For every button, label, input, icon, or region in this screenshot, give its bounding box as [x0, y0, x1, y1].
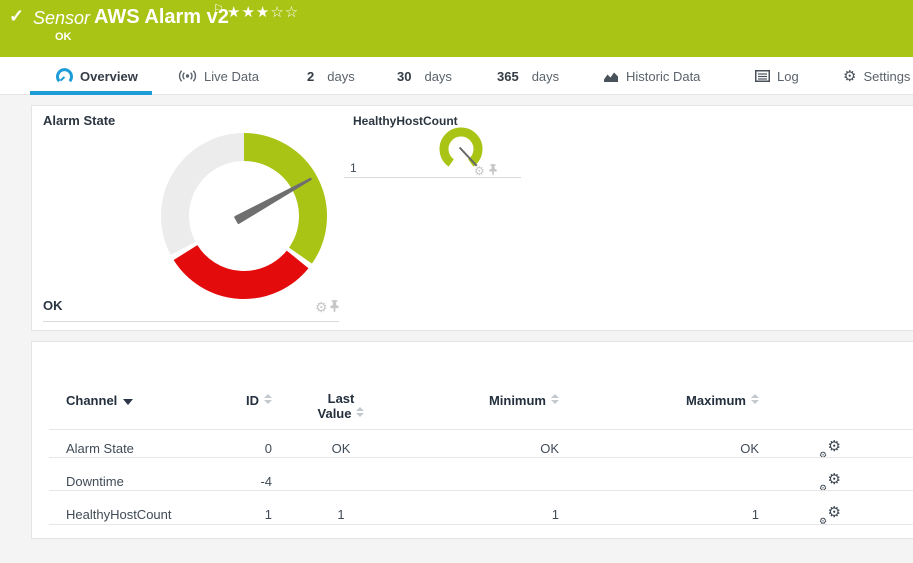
overview-gauges-card: Alarm State OK ⚙ HealthyHostCount 1 ⚙	[31, 105, 913, 331]
secondary-gauge-gear-icon[interactable]: ⚙	[474, 164, 485, 178]
settings-gear-icon: ⚙	[843, 69, 856, 84]
tab-30-days-unit: days	[424, 69, 451, 84]
tab-2-days[interactable]: 2 days	[307, 57, 355, 95]
tab-overview-label: Overview	[80, 69, 138, 84]
secondary-gauge-underline	[344, 177, 521, 178]
tab-historic-data-label: Historic Data	[626, 69, 700, 84]
tab-365-days-number: 365	[497, 69, 519, 84]
primary-gauge-status: OK	[43, 298, 63, 313]
column-header-minimum[interactable]: Minimum	[421, 393, 559, 408]
tab-2-days-unit: days	[327, 69, 354, 84]
cell-channel[interactable]: Alarm State	[66, 441, 134, 456]
primary-gauge-gear-icon[interactable]: ⚙	[315, 300, 328, 314]
cell-minimum: 1	[421, 507, 559, 522]
cell-last-value: OK	[271, 441, 411, 456]
stars-empty: ☆☆	[270, 4, 299, 21]
primary-gauge-underline	[43, 321, 339, 322]
historic-chart-icon	[603, 70, 619, 83]
column-header-value-label: Value	[318, 406, 352, 421]
row-divider	[49, 457, 913, 458]
cell-last-value: 1	[271, 507, 411, 522]
column-header-channel[interactable]: Channel	[66, 393, 133, 408]
log-list-icon	[755, 70, 770, 82]
priority-stars[interactable]: ★★★☆☆	[227, 3, 299, 21]
column-header-last-value[interactable]: Last Value	[271, 391, 411, 421]
channel-settings-gears-icon[interactable]: ⚙⚙	[819, 440, 841, 458]
primary-gauge-pin-icon[interactable]	[329, 300, 340, 313]
sensor-status-text: OK	[55, 31, 72, 43]
tab-365-days-unit: days	[532, 69, 559, 84]
cell-id: 0	[172, 441, 272, 456]
tab-30-days-number: 30	[397, 69, 411, 84]
stars-filled: ★★★	[227, 4, 270, 21]
row-divider	[49, 524, 913, 525]
column-header-last-label: Last	[328, 391, 355, 406]
sensor-name: AWS Alarm v2	[94, 6, 229, 29]
tab-overview[interactable]: Overview	[56, 57, 138, 95]
cell-id: 1	[172, 507, 272, 522]
channel-settings-gears-icon[interactable]: ⚙⚙	[819, 506, 841, 524]
live-signal-icon	[178, 69, 197, 83]
cell-channel[interactable]: Downtime	[66, 474, 124, 489]
tab-log[interactable]: Log	[755, 57, 799, 95]
status-check-icon: ✓	[9, 6, 24, 27]
column-header-id[interactable]: ID	[172, 393, 272, 408]
column-header-maximum-label: Maximum	[686, 393, 746, 408]
sensor-header-bar: ✓ Sensor AWS Alarm v2 ⚐ ★★★☆☆ OK	[0, 0, 913, 57]
tab-historic-data[interactable]: Historic Data	[603, 57, 700, 95]
secondary-gauge-pin-icon[interactable]	[488, 164, 498, 176]
sort-arrows-icon	[551, 394, 559, 404]
primary-gauge-title: Alarm State	[43, 113, 115, 128]
cell-maximum: OK	[621, 441, 759, 456]
sort-arrows-icon	[356, 407, 364, 417]
cell-minimum: OK	[421, 441, 559, 456]
tab-2-days-number: 2	[307, 69, 314, 84]
row-divider	[49, 490, 913, 491]
column-header-channel-label: Channel	[66, 393, 117, 408]
cell-channel[interactable]: HealthyHostCount	[66, 507, 172, 522]
column-header-maximum[interactable]: Maximum	[621, 393, 759, 408]
sort-caret-down-icon	[123, 399, 133, 405]
tab-live-data-label: Live Data	[204, 69, 259, 84]
column-header-id-label: ID	[246, 393, 259, 408]
tab-bar: Overview Live Data 2 days 30 days 365 da…	[0, 57, 913, 95]
active-tab-underline	[30, 91, 152, 95]
sort-arrows-icon	[751, 394, 759, 404]
alarm-state-gauge	[151, 124, 341, 314]
tab-settings[interactable]: ⚙ Settings	[843, 57, 910, 95]
column-header-minimum-label: Minimum	[489, 393, 546, 408]
cell-id: -4	[172, 474, 272, 489]
sensor-type-label: Sensor	[33, 8, 90, 29]
tab-settings-label: Settings	[863, 69, 910, 84]
secondary-gauge-value: 1	[350, 161, 357, 175]
channel-settings-gears-icon[interactable]: ⚙⚙	[819, 473, 841, 491]
tab-365-days[interactable]: 365 days	[497, 57, 559, 95]
channel-table-card: Channel ID Last Value Minimum Maximum Al…	[31, 341, 913, 539]
table-header-divider	[49, 429, 913, 430]
flag-icon[interactable]: ⚐	[213, 2, 224, 16]
tab-30-days[interactable]: 30 days	[397, 57, 452, 95]
tab-live-data[interactable]: Live Data	[178, 57, 259, 95]
cell-maximum: 1	[621, 507, 759, 522]
tab-log-label: Log	[777, 69, 799, 84]
gauge-icon	[56, 68, 73, 85]
